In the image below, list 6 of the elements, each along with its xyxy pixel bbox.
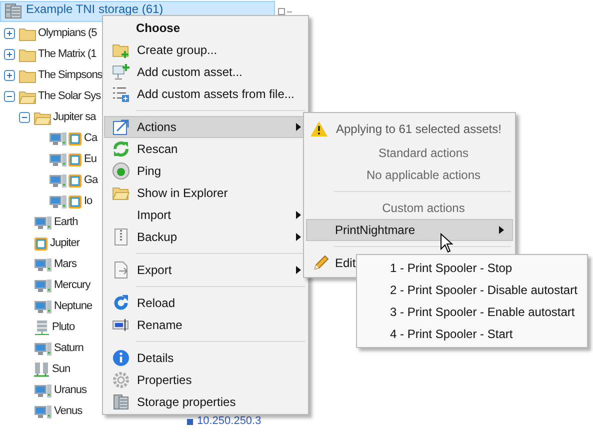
warning-message: Applying to 61 selected assets! <box>336 121 502 138</box>
menu-caption: No applicable actions <box>366 167 481 184</box>
ip-address: 10.250.250.3 <box>197 416 262 427</box>
menu-caption: Standard actions <box>378 145 469 162</box>
menu-caption: Custom actions <box>382 200 465 217</box>
menu-header: Choose <box>136 20 180 37</box>
